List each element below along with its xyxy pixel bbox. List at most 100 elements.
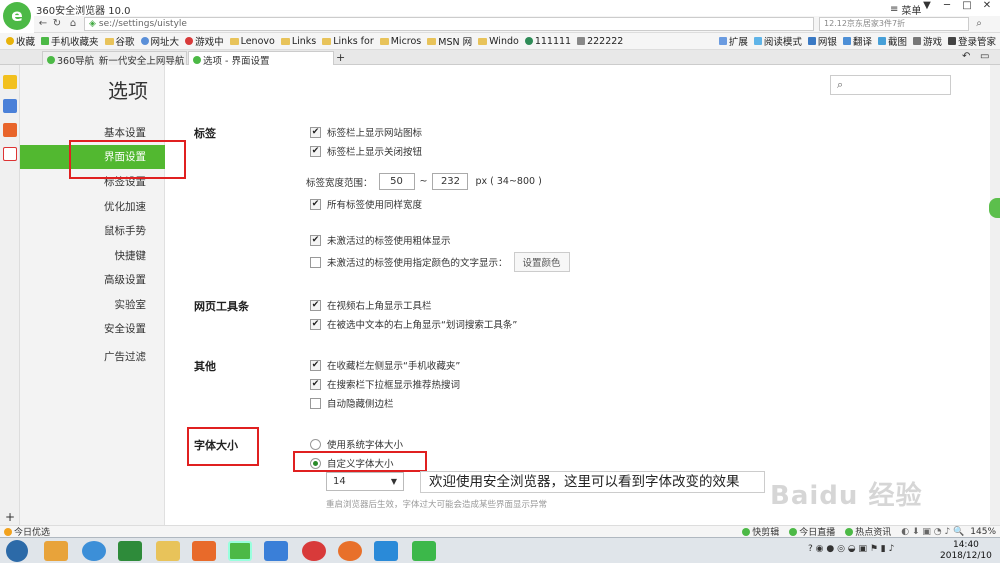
firefox-taskbar-icon[interactable] (338, 541, 362, 561)
bookmark-item[interactable]: 手机收藏夹 (41, 34, 99, 48)
clock[interactable]: 14:40 2018/12/10 (940, 540, 992, 562)
restore-tab-icon[interactable]: ↶ (962, 51, 970, 62)
translate-button[interactable]: 翻译 (842, 34, 872, 48)
bookmark-item[interactable]: Links for (322, 36, 374, 47)
minimize-button[interactable]: ─ (936, 0, 958, 14)
option-bold-inactive[interactable]: ✔ 未激活过的标签使用粗体显示 (310, 233, 451, 247)
option-show-favicon[interactable]: ✔ 标签栏上显示网站图标 (310, 125, 422, 139)
nav-security[interactable]: 安全设置 (20, 317, 165, 341)
tab-settings[interactable]: 选项 - 界面设置 (188, 51, 334, 65)
notes-sidebar-icon[interactable] (3, 99, 17, 113)
weibo-sidebar-icon[interactable] (3, 123, 17, 137)
mail-sidebar-icon[interactable] (3, 147, 17, 161)
explorer-taskbar-icon[interactable] (156, 541, 180, 561)
wechat-taskbar-icon[interactable] (412, 541, 436, 561)
search-icon[interactable]: ⌕ (972, 17, 986, 31)
chrome-taskbar-icon[interactable] (302, 541, 326, 561)
nav-mouse-gesture[interactable]: 鼠标手势 (20, 219, 165, 243)
bookmark-item[interactable]: 222222 (577, 36, 623, 47)
title-bar (0, 0, 1000, 16)
bookmark-item[interactable]: Lenovo (229, 36, 275, 47)
search-input[interactable]: 12.12京东居家3件7折 (819, 17, 969, 31)
tab-width-max-input[interactable]: 232 (432, 173, 469, 190)
menu-icon: ≡ (890, 4, 899, 15)
new-tab-button[interactable]: + (336, 51, 345, 64)
font-size-select[interactable]: 14 ▼ (326, 472, 404, 491)
bank-button[interactable]: 网银 (807, 34, 837, 48)
browser-taskbar-icon[interactable] (228, 541, 252, 561)
app-taskbar-icon[interactable] (44, 541, 68, 561)
baidu-watermark: Baidu 经验 (770, 481, 923, 511)
option-show-close-button[interactable]: ✔ 标签栏上显示关闭按钮 (310, 144, 422, 158)
bookmark-item[interactable]: Links (280, 36, 316, 47)
option-color-inactive[interactable]: 未激活过的标签使用指定颜色的文字显示： 设置颜色 (310, 252, 570, 272)
floating-assistant-icon[interactable] (989, 198, 1000, 218)
home-icon[interactable]: ⌂ (66, 17, 80, 31)
refresh-icon[interactable]: ↻ (50, 17, 64, 31)
settings-search-input[interactable]: ⌕ (830, 75, 951, 95)
option-auto-hide-sidebar[interactable]: 自动隐藏侧边栏 (310, 396, 394, 410)
checkbox-checked-icon[interactable]: ✔ (310, 359, 321, 371)
bookmark-item[interactable]: 111111 (524, 36, 571, 47)
bookmark-item[interactable]: 谷歌 (104, 34, 135, 48)
word-taskbar-icon[interactable] (374, 541, 398, 561)
baidu-disk-taskbar-icon[interactable] (264, 541, 288, 561)
minimize-mini-button[interactable]: ▼ (916, 0, 938, 14)
tab-list-icon[interactable]: ▭ (980, 51, 989, 62)
games-button[interactable]: 游戏 (912, 34, 942, 48)
option-selection-toolbar[interactable]: ✔ 在被选中文本的右上角显示“划词搜索工具条” (310, 317, 517, 331)
option-system-font-size[interactable]: 使用系统字体大小 (310, 437, 403, 451)
option-mobile-favorites[interactable]: ✔ 在收藏栏左侧显示“手机收藏夹” (310, 358, 460, 372)
tray-icons[interactable]: ? ◉ ● ◎ ◒ ▣ ⚑ ▮ ♪ (808, 544, 894, 554)
section-title-toolbar: 网页工具条 (194, 300, 249, 313)
zoom-level[interactable]: 145% (970, 527, 996, 537)
tab-360-nav[interactable]: 360导航_新一代安全上网导航 (42, 51, 187, 65)
bookmark-item[interactable]: 网址大 (140, 34, 179, 48)
bookmark-favorites[interactable]: 收藏 (6, 34, 35, 48)
nav-shortcuts[interactable]: 快捷键 (20, 244, 165, 268)
checkbox-checked-icon[interactable]: ✔ (310, 234, 321, 246)
login-manager-button[interactable]: 登录管家 (947, 34, 996, 48)
folder-icon (322, 37, 332, 45)
checkbox-checked-icon[interactable]: ✔ (310, 198, 321, 210)
set-color-button[interactable]: 设置颜色 (513, 252, 570, 272)
nav-adblock[interactable]: 广告过滤 (20, 345, 165, 369)
checkbox-checked-icon[interactable]: ✔ (310, 126, 321, 138)
bookmark-item[interactable]: Micros (379, 36, 421, 47)
start-icon[interactable] (6, 540, 28, 562)
add-sidebar-icon[interactable]: + (5, 510, 15, 524)
option-same-width[interactable]: ✔ 所有标签使用同样宽度 (310, 197, 422, 211)
checkbox-checked-icon[interactable]: ✔ (310, 318, 321, 330)
checkbox-unchecked-icon[interactable] (310, 256, 321, 268)
screenshot-button[interactable]: 截图 (877, 34, 907, 48)
tab-width-min-input[interactable]: 50 (378, 173, 415, 190)
nav-lab[interactable]: 实验室 (20, 293, 165, 317)
checkbox-checked-icon[interactable]: ✔ (310, 378, 321, 390)
checkbox-checked-icon[interactable]: ✔ (310, 145, 321, 157)
checkbox-checked-icon[interactable]: ✔ (310, 299, 321, 311)
checkbox-unchecked-icon[interactable] (310, 397, 321, 409)
url-input[interactable]: ◈ se://settings/uistyle (84, 17, 814, 31)
extensions-button[interactable]: 扩展 (718, 34, 748, 48)
close-window-button[interactable]: ✕ (976, 0, 998, 14)
nav-advanced[interactable]: 高级设置 (20, 268, 165, 292)
maximize-button[interactable]: □ (956, 0, 978, 14)
radio-unselected-icon[interactable] (310, 438, 321, 450)
bookmark-item[interactable]: MSN 网 (427, 34, 472, 48)
bookmark-item[interactable]: Windo (478, 36, 519, 47)
option-video-toolbar[interactable]: ✔ 在视频右上角显示工具栏 (310, 298, 432, 312)
nav-optimize[interactable]: 优化加速 (20, 195, 165, 219)
option-hot-search[interactable]: ✔ 在搜索栏下拉框显示推荐热搜词 (310, 377, 460, 391)
back-icon[interactable]: ← (36, 17, 50, 31)
status-tool-icons[interactable]: ◐ ⬇ ▣ ◔ ♪ 🔍 (901, 527, 964, 537)
ie-taskbar-icon[interactable] (82, 541, 106, 561)
bookmark-item[interactable]: 游戏中 (185, 34, 224, 48)
scrollbar[interactable] (990, 65, 1000, 525)
media-taskbar-icon[interactable] (192, 541, 216, 561)
left-sidebar: + (0, 65, 20, 525)
key-icon (947, 37, 956, 45)
site-icon (47, 56, 55, 64)
excel-taskbar-icon[interactable] (118, 541, 142, 561)
favorites-sidebar-icon[interactable] (3, 75, 17, 89)
reader-mode-button[interactable]: 阅读模式 (753, 34, 802, 48)
